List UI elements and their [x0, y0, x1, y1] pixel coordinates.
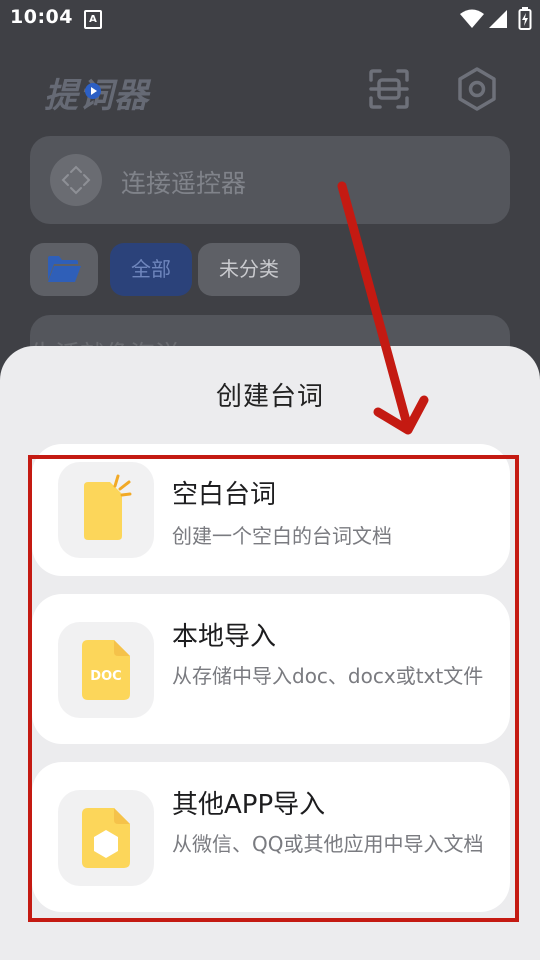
- folder-icon: [48, 256, 81, 282]
- sheet-title: 创建台词: [215, 382, 324, 412]
- scan-icon[interactable]: [368, 68, 410, 110]
- app-background: 10:04 A 提词器: [0, 0, 540, 960]
- notification-icon: A: [84, 10, 102, 29]
- status-bar: 10:04 A: [0, 0, 540, 40]
- connect-remote-button[interactable]: 连接遥控器: [30, 136, 510, 224]
- annotation-highlight-box: [28, 455, 519, 922]
- battery-icon: [518, 7, 532, 30]
- status-time: 10:04: [10, 6, 73, 28]
- filter-all-chip[interactable]: 全部: [110, 243, 192, 296]
- filter-uncategorized-chip[interactable]: 未分类: [198, 243, 300, 296]
- connect-remote-label: 连接遥控器: [121, 169, 247, 198]
- folder-filter-button[interactable]: [30, 243, 98, 296]
- play-icon: [85, 83, 101, 99]
- remote-dpad-icon: [50, 154, 102, 206]
- signal-icon: [489, 10, 507, 28]
- settings-gear-icon[interactable]: [454, 66, 500, 112]
- wifi-icon: [460, 9, 484, 28]
